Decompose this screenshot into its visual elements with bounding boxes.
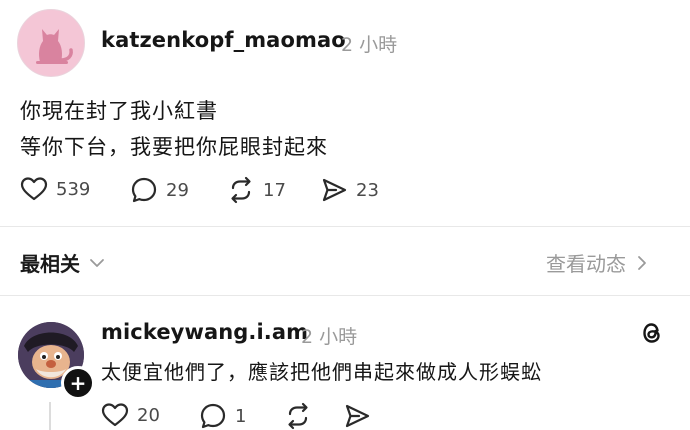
- chevron-right-icon: [638, 255, 646, 270]
- divider: [0, 295, 690, 296]
- reply-like-button[interactable]: 20: [101, 402, 160, 428]
- thread-line: [49, 402, 51, 430]
- avatar[interactable]: [17, 9, 85, 77]
- reply-text: 太便宜他們了，應該把他們串起來做成人形蜈蚣: [101, 360, 542, 384]
- comment-bubble-icon: [131, 177, 157, 203]
- sort-dropdown[interactable]: 最相关: [20, 248, 106, 277]
- chevron-down-icon: [90, 258, 104, 267]
- reply-comment-count: 1: [235, 405, 247, 427]
- like-button[interactable]: 539: [20, 176, 90, 202]
- view-activity-label: 查看动态: [546, 252, 626, 276]
- comment-count: 29: [166, 179, 189, 201]
- share-count: 23: [356, 179, 379, 201]
- share-button[interactable]: 23: [320, 176, 379, 204]
- comment-bubble-icon: [200, 403, 226, 429]
- heart-icon: [101, 403, 129, 427]
- follow-button[interactable]: +: [61, 366, 95, 400]
- plus-icon: +: [69, 371, 87, 395]
- reply-repost-button[interactable]: [284, 402, 312, 430]
- repost-count: 17: [263, 179, 286, 201]
- reply-timestamp: 2 小時: [301, 326, 358, 348]
- post-username[interactable]: katzenkopf_maomao: [101, 28, 346, 52]
- comment-button[interactable]: 29: [130, 176, 189, 204]
- repost-icon: [231, 176, 251, 204]
- repost-button[interactable]: 17: [227, 176, 286, 204]
- send-icon: [345, 404, 370, 428]
- post-text-line-2: 等你下台，我要把你屁眼封起來: [20, 135, 328, 159]
- threads-logo-icon: [638, 319, 666, 351]
- reply-username[interactable]: mickeywang.i.am: [101, 320, 308, 344]
- reply-share-button[interactable]: [343, 402, 371, 430]
- divider: [0, 226, 690, 227]
- post-timestamp: 2 小時: [341, 34, 398, 56]
- post-text-line-1: 你現在封了我小紅書: [20, 99, 218, 123]
- like-count: 539: [56, 178, 91, 200]
- view-activity-link[interactable]: 查看动态: [546, 248, 650, 277]
- heart-icon: [20, 177, 48, 201]
- reply-comment-button[interactable]: 1: [199, 402, 246, 430]
- repost-icon: [288, 402, 308, 430]
- send-icon: [322, 178, 347, 202]
- sort-label: 最相关: [20, 252, 80, 276]
- cat-avatar-icon: [36, 29, 73, 64]
- reply-like-count: 20: [137, 404, 160, 426]
